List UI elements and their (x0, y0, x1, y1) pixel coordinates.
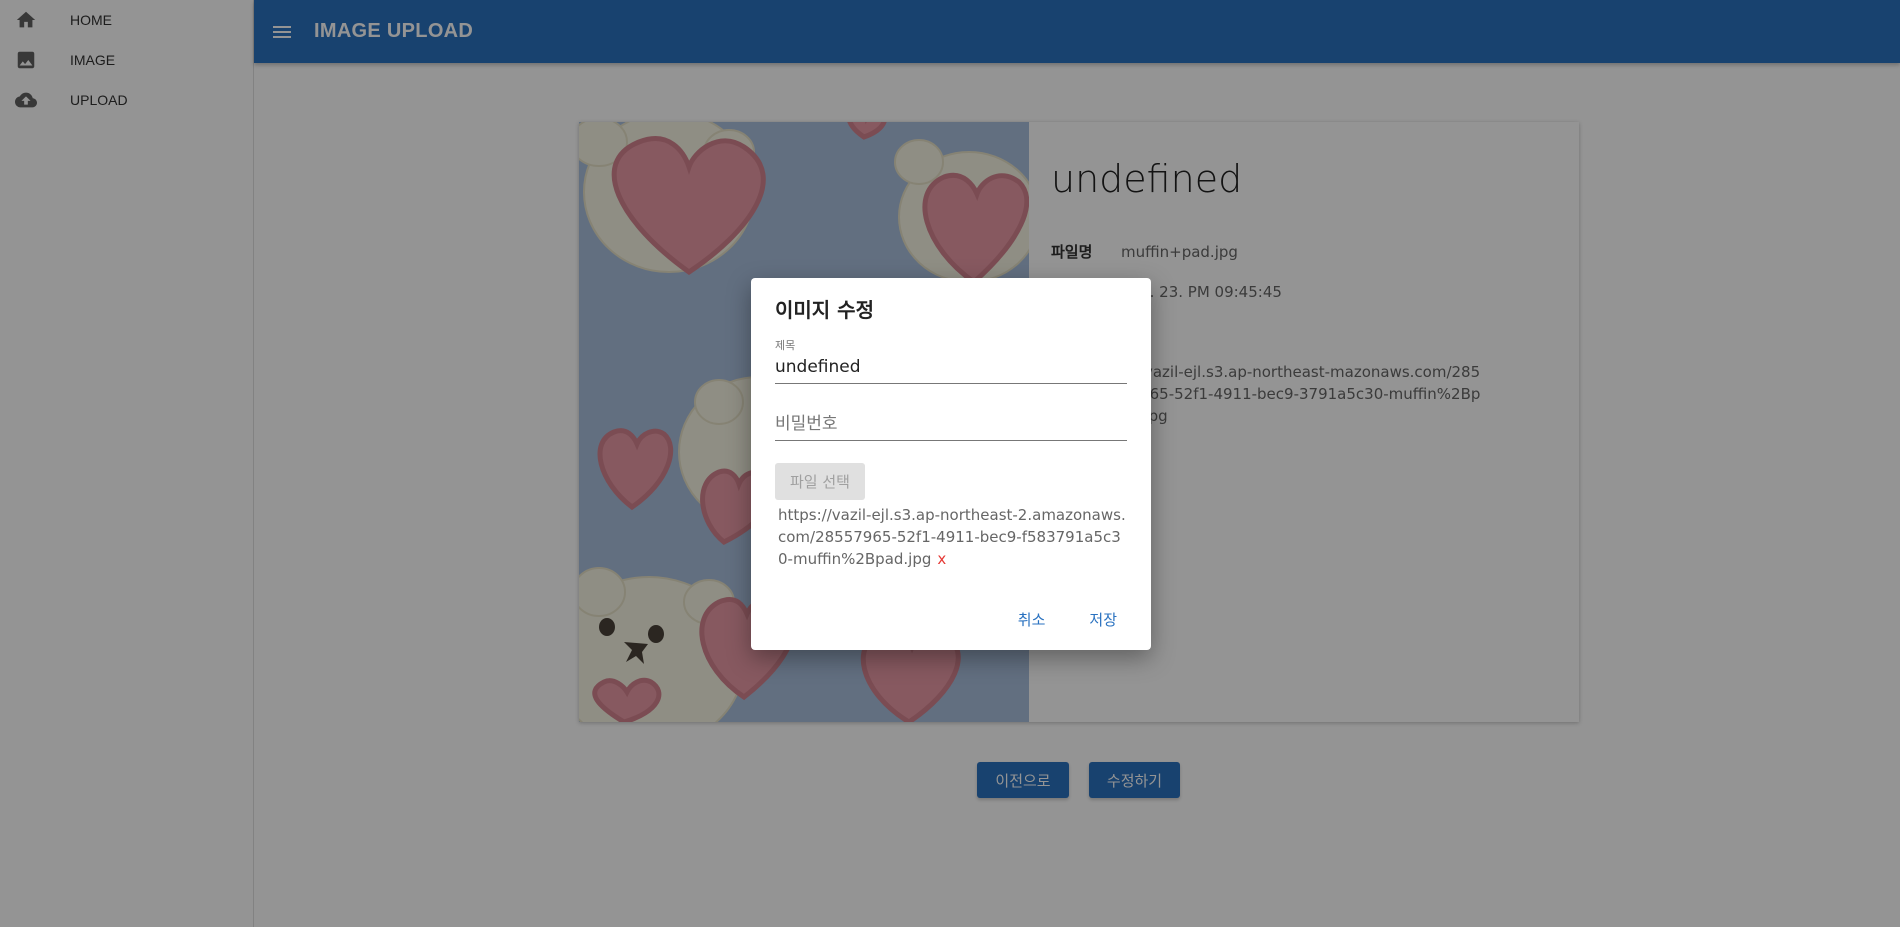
save-button[interactable]: 저장 (1079, 605, 1127, 634)
edit-image-dialog: 이미지 수정 제목 파일 선택 https://vazil-ejl.s3.ap-… (751, 278, 1151, 650)
cancel-button[interactable]: 취소 (1008, 605, 1056, 634)
password-input[interactable] (775, 412, 1127, 440)
file-url: https://vazil-ejl.s3.ap-northeast-2.amaz… (778, 504, 1128, 570)
password-field (775, 412, 1127, 441)
file-url-text: https://vazil-ejl.s3.ap-northeast-2.amaz… (778, 506, 1126, 568)
file-select-button[interactable]: 파일 선택 (775, 463, 865, 500)
dialog-title: 이미지 수정 (775, 298, 874, 322)
title-field-label: 제목 (775, 339, 796, 352)
dialog-actions: 취소 저장 (1008, 605, 1127, 634)
title-input[interactable] (775, 355, 1127, 383)
title-field: 제목 (775, 337, 1127, 384)
remove-file-button[interactable]: x (937, 550, 946, 568)
